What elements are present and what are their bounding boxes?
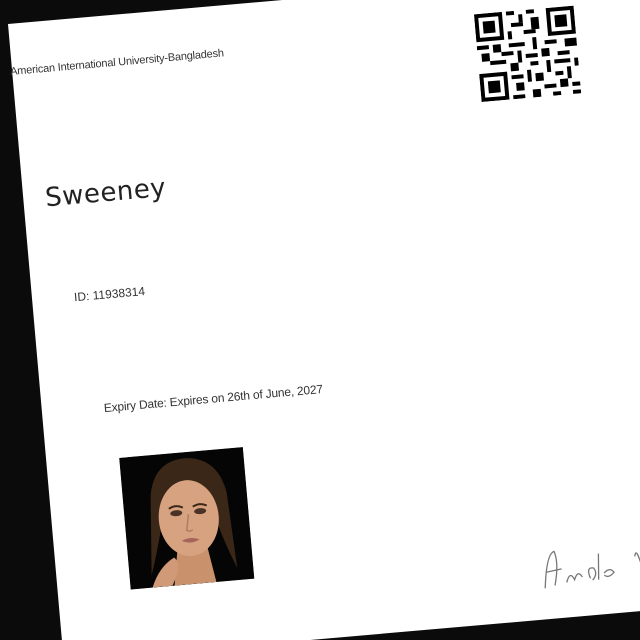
holder-photo xyxy=(119,447,255,590)
id-line: ID: 11938314 xyxy=(73,284,145,304)
id-value: 11938314 xyxy=(92,284,146,303)
university-name: American International University-Bangla… xyxy=(9,47,225,78)
expiry-value: Expires on 26th of June, 2027 xyxy=(169,381,324,410)
id-label: ID: xyxy=(73,288,90,305)
expiry-label: Expiry Date: xyxy=(103,395,168,416)
qr-code-icon xyxy=(473,5,582,103)
id-card: American International University-Bangla… xyxy=(8,0,640,640)
expiry-line: Expiry Date: Expires on 26th of June, 20… xyxy=(103,382,323,415)
holder-name: Sweeney xyxy=(44,172,168,214)
scan-stage: American International University-Bangla… xyxy=(0,0,640,640)
signature xyxy=(544,549,640,589)
